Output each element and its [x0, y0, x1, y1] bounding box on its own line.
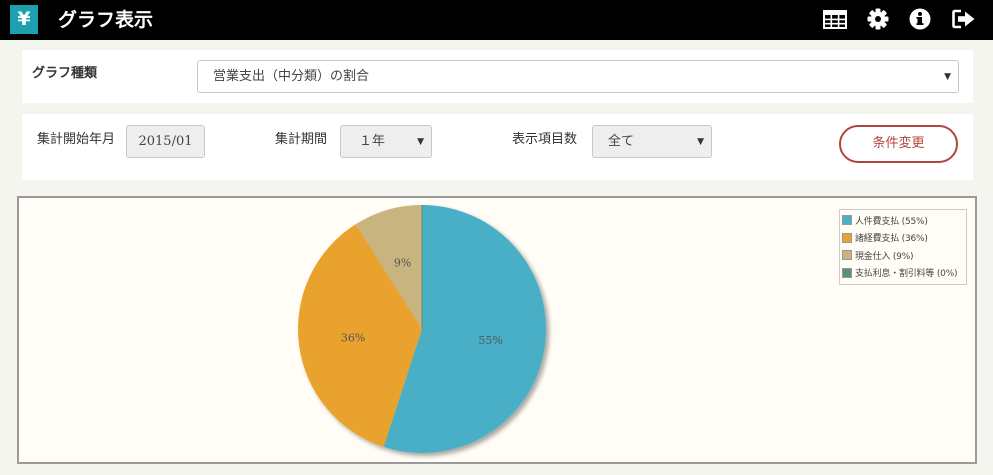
- legend-swatch: [842, 250, 852, 260]
- pie-chart: 55% 36% 9%: [298, 205, 546, 453]
- legend-label: 現金仕入 (9%): [855, 251, 914, 262]
- chart-legend: 人件費支払 (55%) 諸経費支払 (36%) 現金仕入 (9%) 支払利息・割引料等…: [839, 209, 967, 285]
- graph-type-value: 営業支出（中分類）の割合: [213, 69, 370, 84]
- app-header: ¥ グラフ表示: [0, 0, 993, 40]
- chevron-down-icon: ▼: [944, 71, 951, 82]
- start-month-field[interactable]: 2015/01: [126, 125, 205, 158]
- period-select[interactable]: １年 ▼: [340, 125, 432, 158]
- pie-slice-label: 9%: [394, 256, 411, 269]
- info-icon[interactable]: [907, 7, 933, 31]
- legend-item: 諸経費支払 (36%): [842, 231, 928, 245]
- change-conditions-button[interactable]: 条件変更: [839, 125, 958, 163]
- page-title: グラフ表示: [58, 9, 154, 31]
- pie-slice-label: 36%: [341, 332, 365, 345]
- yen-logo-icon: ¥: [10, 5, 38, 34]
- legend-swatch: [842, 215, 852, 225]
- legend-label: 人件費支払 (55%): [855, 216, 928, 227]
- graph-type-label: グラフ種類: [32, 66, 98, 81]
- graph-type-panel: グラフ種類 営業支出（中分類）の割合 ▼: [22, 50, 973, 103]
- conditions-panel: 集計開始年月 2015/01 集計期間 １年 ▼ 表示項目数 全て ▼ 条件変更: [22, 114, 973, 180]
- legend-item: 支払利息・割引料等 (0%): [842, 266, 958, 280]
- pie-slices: [298, 205, 546, 453]
- display-items-label: 表示項目数: [512, 132, 578, 147]
- table-icon[interactable]: [822, 7, 848, 31]
- pie-slice-label: 55%: [478, 334, 502, 347]
- legend-item: 人件費支払 (55%): [842, 213, 928, 227]
- legend-swatch: [842, 267, 852, 278]
- legend-swatch: [842, 232, 852, 243]
- chart-area: 55% 36% 9% 人件費支払 (55%) 諸経費支払 (36%) 現金仕入 (9%)…: [17, 196, 977, 464]
- gear-icon[interactable]: [865, 7, 891, 31]
- period-value: １年: [359, 134, 386, 149]
- chevron-down-icon: ▼: [417, 136, 424, 147]
- graph-type-select[interactable]: 営業支出（中分類）の割合 ▼: [197, 60, 959, 93]
- period-label: 集計期間: [275, 132, 328, 147]
- display-items-select[interactable]: 全て ▼: [592, 125, 712, 158]
- display-items-value: 全て: [608, 134, 635, 149]
- legend-item: 現金仕入 (9%): [842, 248, 914, 262]
- legend-label: 支払利息・割引料等 (0%): [855, 269, 958, 279]
- legend-label: 諸経費支払 (36%): [855, 234, 928, 244]
- chevron-down-icon: ▼: [697, 136, 704, 147]
- logout-icon[interactable]: [951, 7, 977, 31]
- start-month-label: 集計開始年月: [37, 132, 116, 147]
